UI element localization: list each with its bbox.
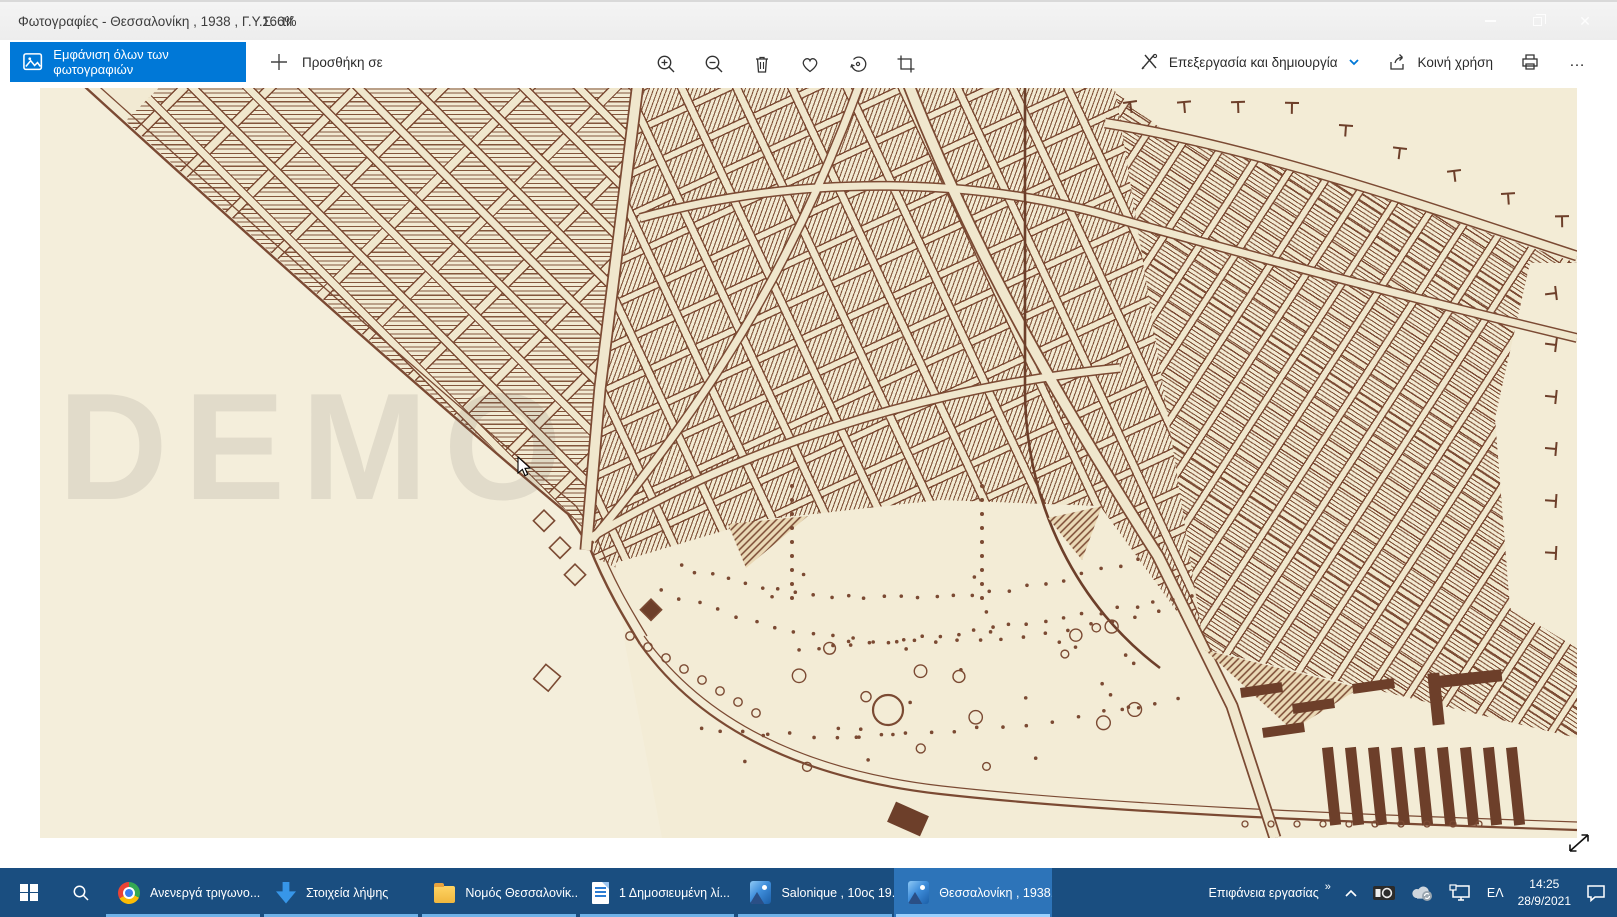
restore-button[interactable] [1514, 2, 1560, 40]
crop-button[interactable] [895, 53, 917, 75]
zoom-level-indicator: 166% [262, 14, 297, 29]
photos-app-icon [908, 881, 929, 904]
network-display-icon[interactable] [1449, 884, 1473, 902]
taskbar-app-document[interactable]: 1 Δημοσιευμένη λί... [578, 868, 736, 917]
search-icon [72, 884, 90, 902]
desktop-toolbar-label: Επιφάνεια εργασίας [1209, 886, 1319, 900]
language-indicator[interactable]: ΕΛ [1487, 886, 1504, 900]
photo-icon [22, 51, 43, 73]
park-area [615, 500, 1232, 838]
edit-create-icon [1138, 51, 1160, 73]
clock-date: 28/9/2021 [1518, 894, 1571, 908]
taskbar-app-label: Ανενεργά τριγωνο... [150, 886, 260, 900]
title-bar: Φωτογραφίες - Θεσσαλονίκη , 1938 , Γ.Υ.Σ… [0, 0, 1617, 40]
photo-action-icons [655, 53, 917, 75]
expand-fullscreen-button[interactable] [1564, 831, 1594, 857]
onedrive-cloud-icon[interactable] [1410, 884, 1435, 902]
window-title: Φωτογραφίες - Θεσσαλονίκη , 1938 , Γ.Υ.Σ… [18, 14, 293, 29]
demo-watermark: DEMO [58, 360, 578, 535]
close-button[interactable]: ✕ [1562, 2, 1608, 40]
photo-canvas-map-of-thessaloniki[interactable]: DEMO [40, 88, 1577, 838]
share-label: Κοινή χρήση [1418, 55, 1493, 70]
more-options-button[interactable]: … [1569, 53, 1587, 71]
chevron-up-icon[interactable] [1344, 888, 1358, 898]
taskbar-app-salonique-photo[interactable]: Salonique , 10ος 19... [736, 868, 894, 917]
chrome-icon [118, 882, 140, 904]
clock-time: 14:25 [1529, 877, 1559, 891]
minimize-button[interactable] [1467, 2, 1513, 40]
action-center-icon[interactable] [1585, 884, 1607, 902]
desktop-toolbar[interactable]: Επιφάνεια εργασίας » [1209, 886, 1330, 900]
document-icon [592, 882, 609, 904]
taskbar-app-label: 1 Δημοσιευμένη λί... [619, 886, 730, 900]
chevron-down-icon [1347, 55, 1361, 69]
taskbar-clock[interactable]: 14:25 28/9/2021 [1518, 876, 1571, 908]
windows-start-icon [20, 884, 38, 902]
overflow-chevrons-icon[interactable]: » [1325, 881, 1330, 893]
download-arrow-icon [276, 882, 296, 904]
taskbar-search-button[interactable] [58, 868, 104, 917]
add-to-button[interactable]: Προσθήκη σε [258, 42, 393, 82]
favorite-button[interactable] [799, 53, 821, 75]
taskbar-app-downloads[interactable]: Στοιχεία λήψης [262, 868, 420, 917]
camera-icon[interactable] [1372, 884, 1396, 902]
rotate-button[interactable] [847, 53, 869, 75]
taskbar-app-thessaloniki-photo-active[interactable]: Θεσσαλονίκη , 1938... [894, 868, 1052, 917]
taskbar-app-label: Στοιχεία λήψης [306, 886, 388, 900]
taskbar-app-label: Θεσσαλονίκη , 1938... [939, 886, 1052, 900]
toolbar-right-group: Επεξεργασία και δημιουργία Κοινή χρήση … [1138, 42, 1617, 82]
edit-create-label: Επεξεργασία και δημιουργία [1169, 55, 1338, 70]
zoom-in-button[interactable] [655, 53, 677, 75]
restore-icon [1533, 17, 1542, 26]
share-icon [1387, 51, 1409, 73]
taskbar-app-chrome[interactable]: Ανενεργά τριγωνο... [104, 868, 262, 917]
taskbar-app-label: Salonique , 10ος 19... [781, 886, 894, 900]
photos-app-window: Φωτογραφίες - Θεσσαλονίκη , 1938 , Γ.Υ.Σ… [0, 0, 1617, 917]
taskbar-app-label: Νομός Θεσσαλονίκ... [465, 886, 578, 900]
folder-icon [434, 886, 455, 903]
add-to-label: Προσθήκη σε [302, 55, 383, 70]
photos-toolbar: Εμφάνιση όλων των φωτογραφιών Προσθήκη σ… [0, 40, 1617, 88]
show-all-photos-button[interactable]: Εμφάνιση όλων των φωτογραφιών [10, 42, 246, 82]
close-icon: ✕ [1579, 13, 1591, 30]
mouse-cursor [517, 456, 533, 478]
minimize-icon [1485, 20, 1496, 22]
delete-button[interactable] [751, 53, 773, 75]
print-button[interactable] [1519, 51, 1541, 73]
taskbar-app-folder[interactable]: Νομός Θεσσαλονίκ... [420, 868, 578, 917]
share-button[interactable]: Κοινή χρήση [1387, 51, 1493, 73]
start-button[interactable] [0, 868, 58, 917]
zoom-out-button[interactable] [703, 53, 725, 75]
photos-app-icon [750, 881, 771, 904]
plus-icon [268, 51, 290, 73]
windows-taskbar: Ανενεργά τριγωνο... Στοιχεία λήψης Νομός… [0, 868, 1617, 917]
edit-create-button[interactable]: Επεξεργασία και δημιουργία [1138, 51, 1361, 73]
show-all-photos-label: Εμφάνιση όλων των φωτογραφιών [53, 47, 246, 77]
